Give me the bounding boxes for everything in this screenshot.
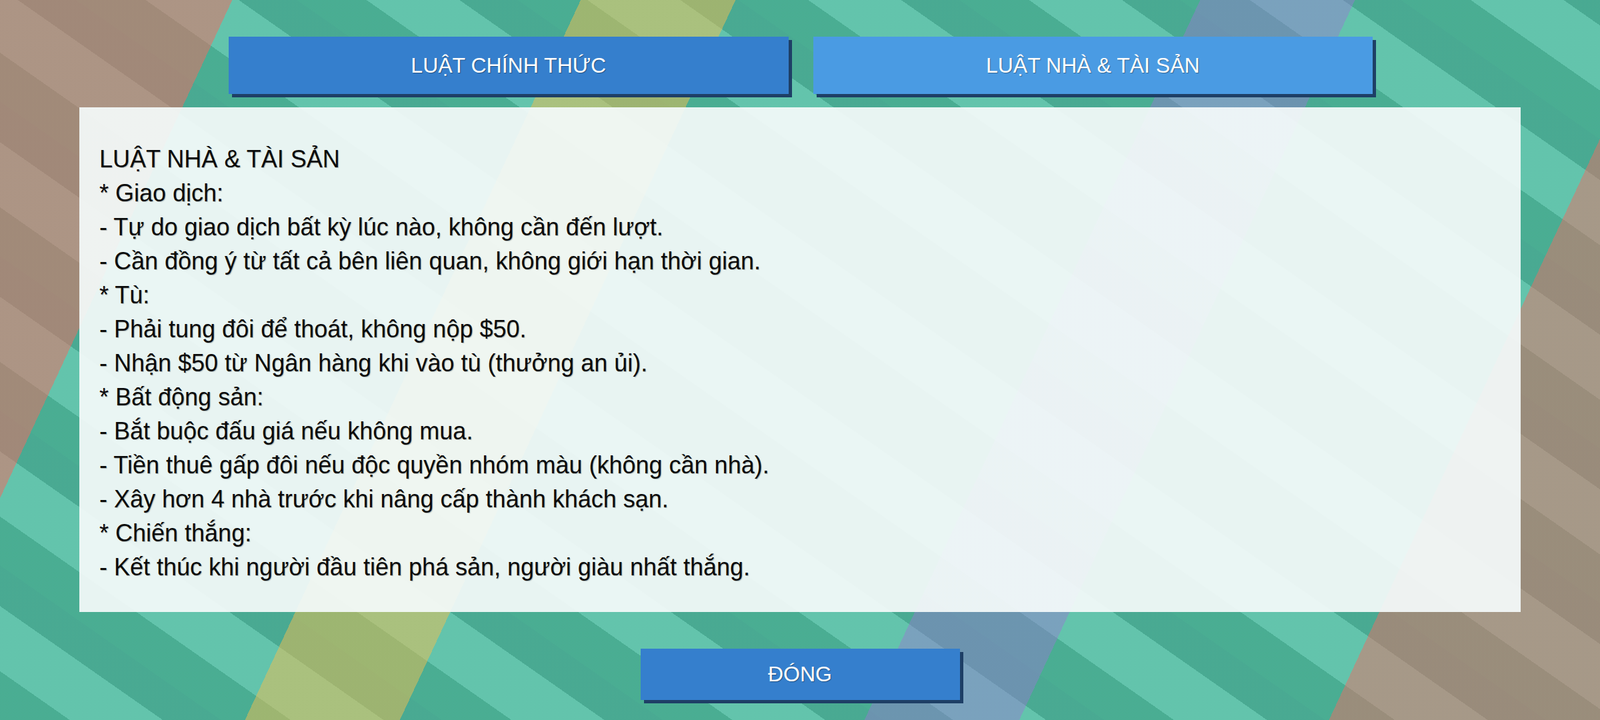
- rule-section: * Chiến thắng:: [99, 516, 1501, 550]
- rule-item: - Cần đồng ý từ tất cả bên liên quan, kh…: [99, 244, 1501, 278]
- rule-item: - Tiền thuê gấp đôi nếu độc quyền nhóm m…: [99, 448, 1501, 482]
- rule-section: * Bất động sản:: [99, 380, 1501, 414]
- rule-section: * Giao dịch:: [99, 176, 1501, 210]
- rule-item: - Phải tung đôi để thoát, không nộp $50.: [99, 312, 1501, 346]
- rule-item: - Kết thúc khi người đầu tiên phá sản, n…: [99, 550, 1501, 584]
- rule-item: - Tự do giao dịch bất kỳ lúc nào, không …: [99, 210, 1501, 244]
- rule-item: - Bắt buộc đấu giá nếu không mua.: [99, 414, 1501, 448]
- rule-item: - Xây hơn 4 nhà trước khi nâng cấp thành…: [99, 482, 1501, 516]
- close-button[interactable]: ĐÓNG: [640, 648, 960, 700]
- rules-tab[interactable]: LUẬT NHÀ & TÀI SẢN: [813, 36, 1374, 94]
- rules-screen: LUẬT CHÍNH THỨCLUẬT NHÀ & TÀI SẢNLUẬT NH…: [0, 0, 1600, 720]
- rule-section: * Tù:: [99, 278, 1501, 312]
- rules-panel: LUẬT NHÀ & TÀI SẢN* Giao dịch:- Tự do gi…: [79, 107, 1521, 612]
- rule-title: LUẬT NHÀ & TÀI SẢN: [99, 142, 1501, 176]
- tab-bar: LUẬT CHÍNH THỨC LUẬT NHÀ & TÀI SẢN: [228, 36, 1373, 94]
- rules-tab[interactable]: LUẬT CHÍNH THỨC: [228, 36, 789, 94]
- rule-item: - Nhận $50 từ Ngân hàng khi vào tù (thưở…: [99, 346, 1501, 380]
